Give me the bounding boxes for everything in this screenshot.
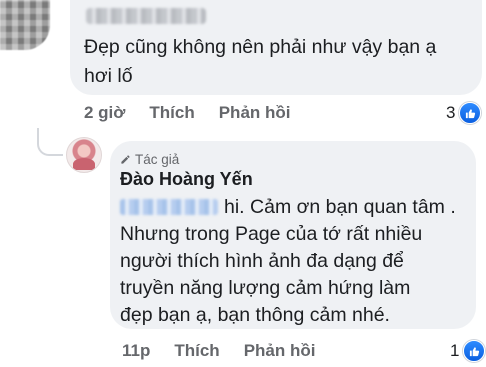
- comment-text-line: hơi lố: [84, 65, 133, 87]
- author-badge: Tác giả: [120, 152, 179, 167]
- comment-bubble: Đẹp cũng không nên phải như vậy bạn ạ hơ…: [70, 0, 482, 95]
- reply-text-line: người thích hình ảnh đa dạng để: [120, 250, 404, 272]
- reply-text-line-1: hi. Cảm ơn bạn quan tâm .: [120, 194, 470, 221]
- like-button[interactable]: Thích: [174, 341, 219, 361]
- mention-redacted[interactable]: [120, 199, 218, 215]
- reply-button[interactable]: Phản hồi: [244, 341, 316, 361]
- author-avatar[interactable]: [66, 137, 102, 173]
- reply-text-segment: hi. Cảm ơn bạn quan tâm .: [224, 196, 456, 218]
- author-badge-label: Tác giả: [135, 152, 180, 167]
- reply-text-line: truyền năng lượng cảm hứng làm: [120, 277, 411, 299]
- reaction-count: 1: [450, 341, 460, 360]
- reply-bubble: Tác giả Đào Hoàng Yến hi. Cảm ơn bạn qua…: [110, 141, 476, 329]
- commenter-avatar[interactable]: [0, 0, 50, 50]
- pencil-icon: [120, 154, 131, 165]
- reply-text-line: Nhưng trong Page của tớ rất nhiều: [120, 223, 423, 245]
- comment-text: Đẹp cũng không nên phải như vậy bạn ạ hơ…: [84, 33, 474, 91]
- reply-author-name[interactable]: Đào Hoàng Yến: [120, 169, 253, 190]
- comment-text-line: Đẹp cũng không nên phải như vậy bạn ạ: [84, 36, 437, 58]
- reaction-summary[interactable]: 3: [446, 102, 482, 124]
- like-button[interactable]: Thích: [149, 103, 194, 123]
- reply-actions: 11p Thích Phản hồi: [122, 341, 339, 361]
- reply-text-line: đẹp bạn ạ, bạn thông cảm nhé.: [120, 304, 390, 326]
- thread-connector: [37, 128, 63, 156]
- comment-actions: 2 giờ Thích Phản hồi: [84, 103, 315, 123]
- reply-timestamp[interactable]: 11p: [122, 341, 150, 361]
- reply-button[interactable]: Phản hồi: [219, 103, 291, 123]
- reaction-summary[interactable]: 1: [450, 340, 486, 362]
- comment-timestamp[interactable]: 2 giờ: [84, 103, 125, 123]
- reaction-count: 3: [446, 103, 456, 122]
- reply-text: hi. Cảm ơn bạn quan tâm . Nhưng trong Pa…: [120, 194, 470, 329]
- like-icon: [459, 102, 482, 124]
- like-icon: [463, 340, 486, 362]
- commenter-name-redacted[interactable]: [86, 8, 206, 24]
